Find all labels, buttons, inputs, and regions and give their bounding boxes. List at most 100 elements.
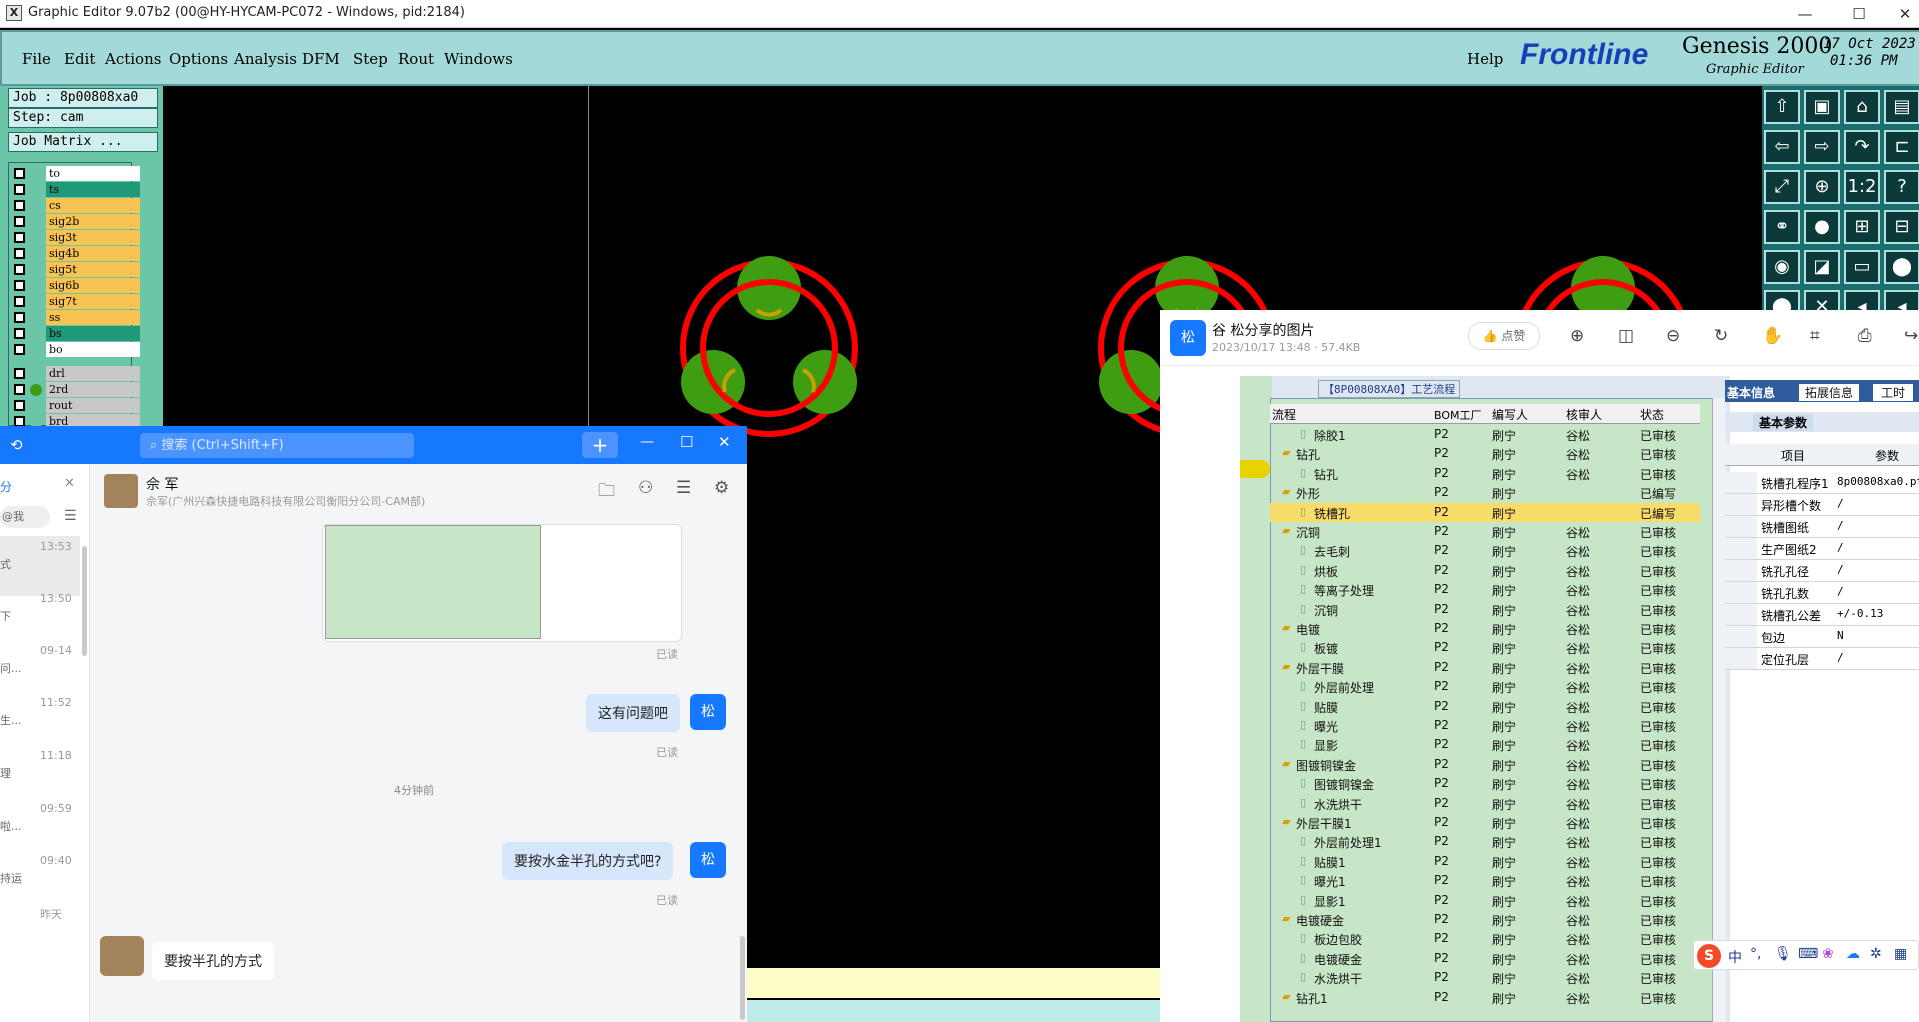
process-row[interactable]: ▯ 显影 P2 刷宁 谷松 已审核	[1270, 735, 1700, 754]
info-row[interactable]: 铣槽图纸 /	[1725, 516, 1919, 538]
process-row[interactable]: ▯ 水洗烘干 P2 刷宁 谷松 已审核	[1270, 794, 1700, 813]
info-row[interactable]: 定位孔层 /	[1725, 648, 1919, 670]
menu-actions[interactable]: Actions	[105, 50, 161, 68]
like-button[interactable]: 👍 点赞	[1468, 322, 1540, 350]
add-member-icon[interactable]: ⚇	[638, 478, 653, 498]
layer-name[interactable]: sig6b	[46, 278, 140, 293]
chat-minimize-button[interactable]: —	[640, 434, 654, 450]
layer-name[interactable]: sig7t	[46, 294, 140, 309]
process-row[interactable]: ▯ 铣槽孔 P2 刷宁 已编写	[1270, 502, 1700, 522]
menu-step[interactable]: Step	[353, 50, 388, 68]
process-row[interactable]: ▰ 外层干膜1 P2 刷宁 谷松 已审核	[1270, 813, 1700, 832]
layer-name[interactable]: sig2b	[46, 214, 140, 229]
menu-file[interactable]: File	[22, 50, 51, 68]
measure-icon[interactable]: ⚭	[1764, 210, 1800, 244]
pad-icon[interactable]: ⬤	[1884, 250, 1919, 284]
contact-name[interactable]: 佘 军	[146, 474, 178, 494]
info-row[interactable]: 铣槽孔公差 +/-0.13	[1725, 604, 1919, 626]
layer-row[interactable]: cs	[12, 198, 140, 213]
share-icon[interactable]: ↪	[1904, 326, 1918, 346]
tab-worktime[interactable]: 工时	[1873, 384, 1914, 401]
home-icon[interactable]: ⇧	[1764, 90, 1800, 124]
grid-icon[interactable]: ▤	[1884, 90, 1919, 124]
list-scrollbar[interactable]	[82, 546, 87, 656]
process-row[interactable]: ▰ 沉铜 P2 刷宁 谷松 已审核	[1270, 522, 1700, 541]
message-bubble-3[interactable]: 要按半孔的方式	[152, 942, 274, 980]
info-value[interactable]: /	[1837, 541, 1844, 554]
process-row[interactable]: ▯ 钻孔 P2 刷宁 谷松 已审核	[1270, 464, 1700, 483]
layer-checkbox[interactable]	[14, 368, 25, 379]
layer-row[interactable]: sig4b	[12, 246, 140, 261]
layer-checkbox[interactable]	[14, 264, 25, 275]
info-value[interactable]: N	[1837, 629, 1844, 642]
zoom-in-icon[interactable]: ⊕	[1570, 326, 1584, 346]
layer-name[interactable]: rout	[46, 398, 140, 413]
save-icon[interactable]: ▣	[1804, 90, 1840, 124]
info-row[interactable]: 铣孔孔数 /	[1725, 582, 1919, 604]
minimize-button[interactable]: —	[1782, 0, 1828, 28]
process-row[interactable]: ▯ 板边包胶 P2 刷宁 谷松 已审核	[1270, 929, 1700, 948]
layer-row[interactable]: rout	[12, 398, 140, 413]
cloud-icon[interactable]: ☁	[1846, 946, 1860, 962]
list-tab[interactable]: 分	[0, 478, 12, 495]
at-me-filter[interactable]: @我	[0, 506, 50, 528]
tab-basic-info[interactable]: 基本信息	[1727, 384, 1775, 401]
snap-icon[interactable]: ⊏	[1884, 130, 1919, 164]
layer-name[interactable]: sig5t	[46, 262, 140, 277]
layer-checkbox[interactable]	[14, 200, 25, 211]
maximize-button[interactable]: ☐	[1836, 0, 1882, 28]
close-button[interactable]: ✕	[1882, 0, 1919, 28]
contact-avatar-2[interactable]	[100, 936, 144, 976]
layer-name[interactable]: to	[46, 166, 140, 181]
process-row[interactable]: ▯ 烘板 P2 刷宁 谷松 已审核	[1270, 561, 1700, 580]
layer-row[interactable]: 2rd	[12, 382, 140, 397]
contact-avatar[interactable]	[104, 474, 138, 508]
process-row[interactable]: ▯ 外层前处理 P2 刷宁 谷松 已审核	[1270, 677, 1700, 696]
help-icon[interactable]: ?	[1884, 170, 1919, 204]
process-row[interactable]: ▯ 去毛刺 P2 刷宁 谷松 已审核	[1270, 541, 1700, 560]
print-icon[interactable]: ⎙	[1858, 326, 1872, 346]
layer-checkbox[interactable]	[14, 344, 25, 355]
edit-icon[interactable]: ◪	[1804, 250, 1840, 284]
conversation-snippet[interactable]: 理	[0, 765, 11, 781]
new-chat-button[interactable]: +	[582, 432, 618, 458]
process-row[interactable]: ▰ 电镀 P2 刷宁 谷松 已审核	[1270, 619, 1700, 638]
layer-checkbox[interactable]	[14, 248, 25, 259]
menu-help[interactable]: Help	[1467, 50, 1503, 68]
menu-analysis[interactable]: Analysis	[234, 50, 297, 68]
keyboard-icon[interactable]: ⌨	[1798, 946, 1818, 962]
process-row[interactable]: ▯ 曝光 P2 刷宁 谷松 已审核	[1270, 716, 1700, 735]
process-row[interactable]: ▰ 钻孔1 P2 刷宁 谷松 已审核	[1270, 988, 1700, 1007]
layer-checkbox[interactable]	[14, 296, 25, 307]
list-menu-icon[interactable]: ☰	[64, 508, 77, 524]
process-row[interactable]: ▰ 图镀铜镍金 P2 刷宁 谷松 已审核	[1270, 755, 1700, 774]
layer-name[interactable]: cs	[46, 198, 140, 213]
layer-name[interactable]: sig4b	[46, 246, 140, 261]
info-value[interactable]: 8p00808xa0.pt	[1837, 475, 1919, 488]
process-row[interactable]: ▯ 电镀硬金 P2 刷宁 谷松 已审核	[1270, 949, 1700, 968]
layer-name[interactable]: bo	[46, 342, 140, 357]
redo-icon[interactable]: ↷	[1844, 130, 1880, 164]
process-row[interactable]: ▯ 图镀铜镍金 P2 刷宁 谷松 已审核	[1270, 774, 1700, 793]
drill-icon[interactable]: ◉	[1764, 250, 1800, 284]
layer-checkbox[interactable]	[14, 312, 25, 323]
layer-row[interactable]: sig7t	[12, 294, 140, 309]
viewer-avatar[interactable]: 松	[1170, 320, 1206, 356]
chat-search-input[interactable]: ⌕ 搜索 (Ctrl+Shift+F)	[140, 433, 414, 458]
layer-name[interactable]: drl	[46, 366, 140, 381]
layer-checkbox[interactable]	[14, 168, 25, 179]
info-value[interactable]: /	[1837, 585, 1844, 598]
tab-extended-info[interactable]: 拓展信息	[1799, 384, 1860, 401]
layer-name[interactable]: 2rd	[46, 382, 140, 397]
layer-checkbox[interactable]	[14, 280, 25, 291]
microphone-icon[interactable]: 🎙	[1774, 946, 1792, 962]
ruler-icon[interactable]: ▭	[1844, 250, 1880, 284]
punctuation-icon[interactable]: °,	[1750, 946, 1761, 962]
info-value[interactable]: /	[1837, 519, 1844, 532]
menu-edit[interactable]: Edit	[64, 50, 95, 68]
center-icon[interactable]: ⊕	[1804, 170, 1840, 204]
layer-checkbox[interactable]	[14, 232, 25, 243]
menu-dfm[interactable]: DFM	[302, 50, 340, 68]
hand-tool-icon[interactable]: ✋	[1762, 326, 1783, 346]
skin-icon[interactable]: ❀	[1822, 946, 1834, 962]
